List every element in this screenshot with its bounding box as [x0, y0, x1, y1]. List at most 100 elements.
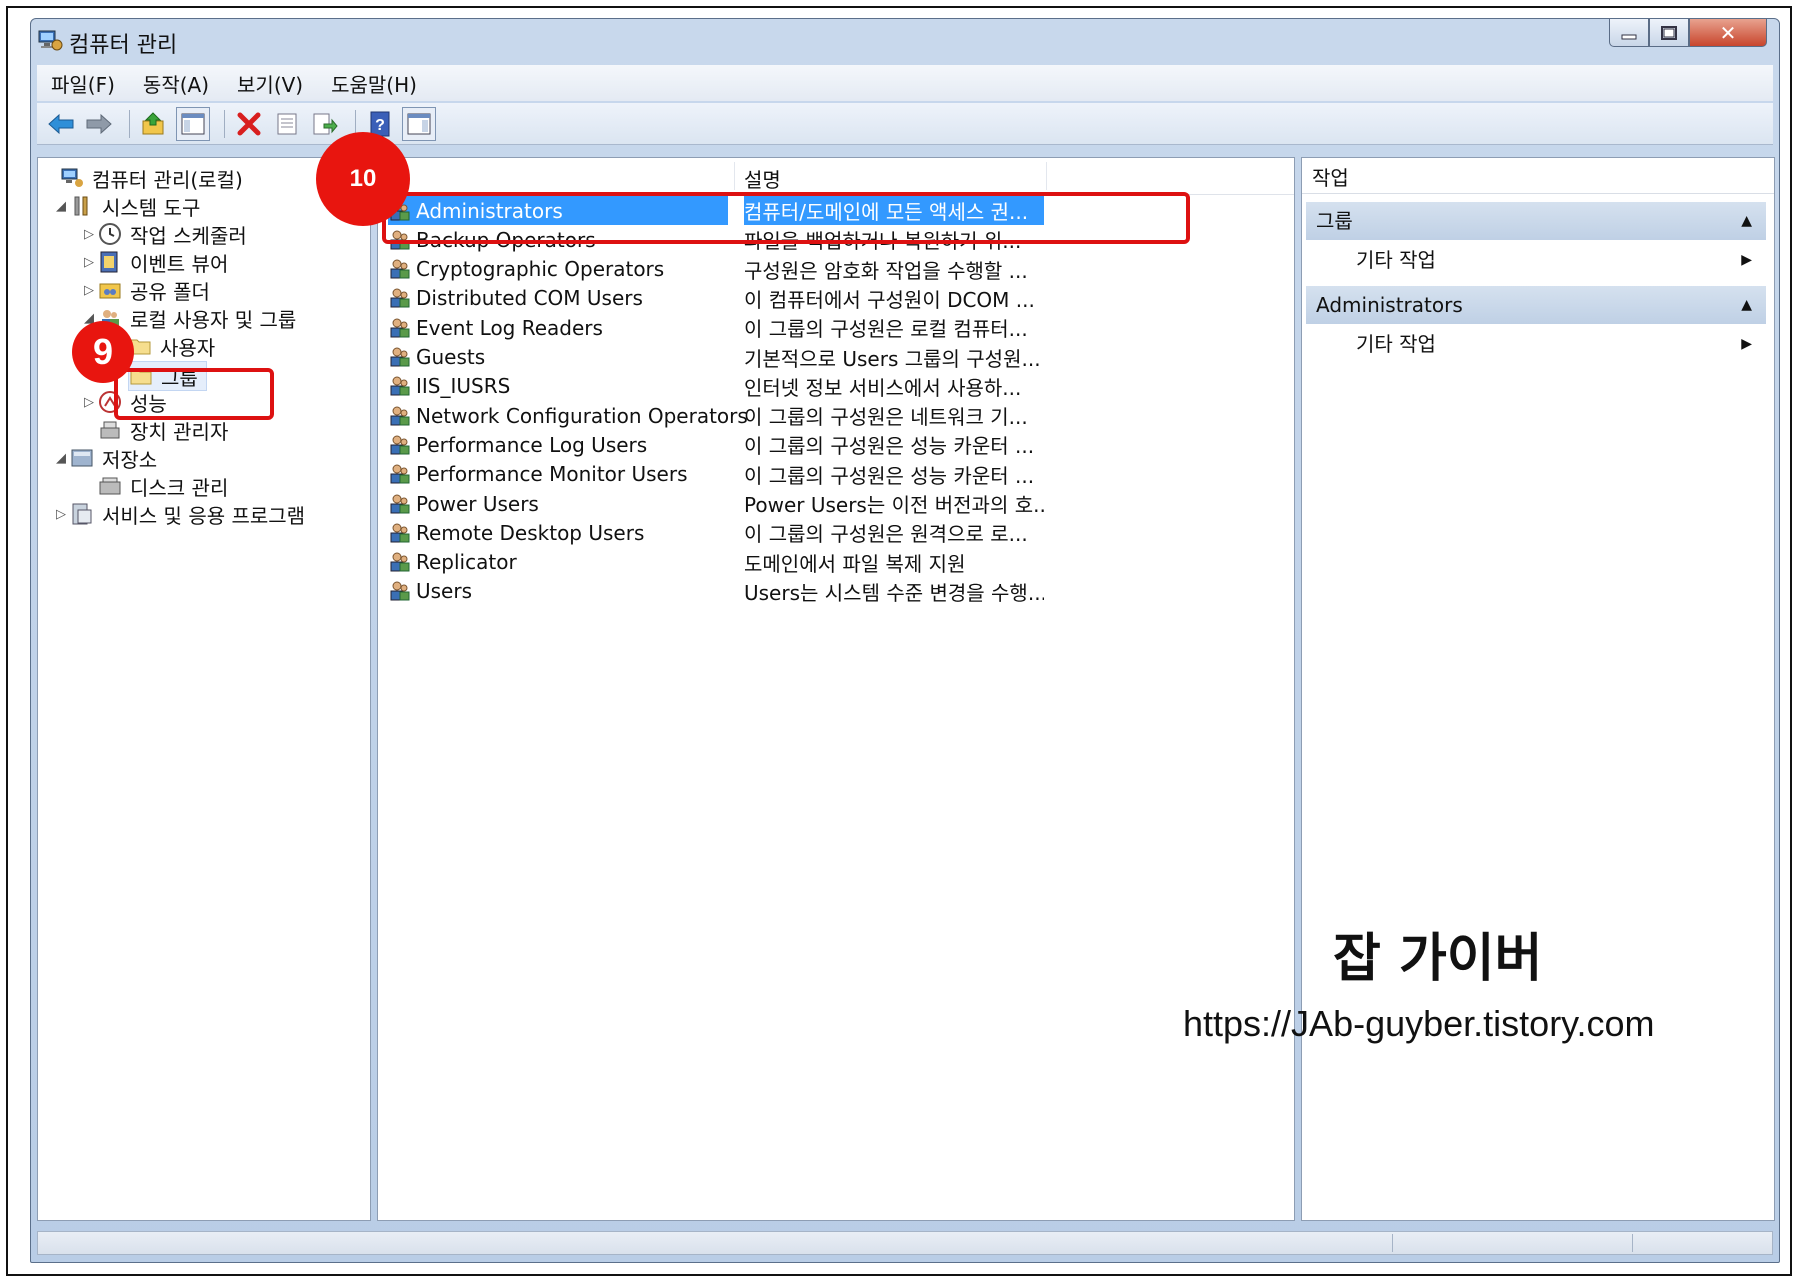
device-manager-icon — [100, 421, 120, 439]
group-row[interactable]: Network Configuration Operators 이 그룹의 구성원… — [388, 401, 1048, 430]
column-divider[interactable] — [1046, 162, 1047, 190]
up-button[interactable] — [138, 108, 170, 140]
minimize-button[interactable] — [1609, 19, 1649, 47]
actions-section-groups[interactable]: 그룹 ▲ — [1306, 202, 1766, 240]
group-description-cell: 도메인에서 파일 복제 지원 — [744, 548, 1044, 577]
toolbar-separator — [129, 109, 130, 138]
group-row[interactable]: Remote Desktop Users 이 그룹의 구성원은 원격으로 로... — [388, 518, 1048, 547]
actions-section-administrators[interactable]: Administrators ▲ — [1306, 286, 1766, 324]
export-button[interactable] — [309, 108, 341, 140]
computer-management-icon — [61, 168, 83, 187]
clock-icon — [99, 223, 121, 245]
group-row[interactable]: Distributed COM Users 이 컴퓨터에서 구성원이 DCOM .… — [388, 284, 1048, 313]
maximize-icon — [1661, 25, 1677, 40]
group-row[interactable]: IIS_IUSRS 인터넷 정보 서비스에서 사용하... — [388, 372, 1048, 401]
expand-arrow-icon[interactable]: ▷ — [80, 227, 98, 242]
maximize-button[interactable] — [1649, 19, 1689, 47]
collapse-triangle-icon[interactable]: ▲ — [1741, 202, 1752, 240]
close-button[interactable]: ✕ — [1689, 19, 1767, 47]
tree-item-services-apps[interactable]: ▷ 서비스 및 응용 프로그램 — [52, 500, 305, 528]
column-divider[interactable] — [734, 162, 735, 190]
group-description: 도메인에서 파일 복제 지원 — [744, 551, 966, 576]
more-actions-groups[interactable]: 기타 작업 ▶ — [1356, 244, 1766, 276]
column-header-description[interactable]: 설명 — [744, 164, 781, 193]
minimize-icon — [1621, 34, 1637, 39]
expand-arrow-icon[interactable]: ▷ — [80, 395, 98, 410]
expand-arrow-icon[interactable]: ▷ — [80, 255, 98, 270]
tree-label: 작업 스케줄러 — [130, 223, 247, 248]
tree-item-root[interactable]: 컴퓨터 관리(로컬) — [42, 164, 243, 192]
group-icon — [390, 464, 410, 484]
tree-item-users[interactable]: 사용자 — [128, 332, 215, 360]
window-controls: ✕ — [1609, 19, 1767, 49]
storage-icon — [71, 449, 93, 467]
back-button[interactable] — [45, 108, 77, 140]
group-name: Remote Desktop Users — [416, 520, 645, 545]
collapse-arrow-icon[interactable]: ◢ — [52, 199, 70, 214]
screenshot-frame: 컴퓨터 관리 ✕ 파일(F) 동작(A) 보기(V) 도움말(H) ? 컴퓨터 … — [6, 6, 1792, 1276]
group-name: Cryptographic Operators — [416, 257, 665, 282]
tree-item-disk-management[interactable]: 디스크 관리 — [98, 472, 228, 500]
tree-item-storage[interactable]: ◢ 저장소 — [52, 444, 157, 472]
collapse-arrow-icon[interactable]: ◢ — [52, 451, 70, 466]
show-hide-tree-button[interactable] — [176, 106, 210, 141]
group-icon — [390, 259, 410, 279]
tree-item-device-manager[interactable]: 장치 관리자 — [98, 416, 228, 444]
collapse-triangle-icon[interactable]: ▲ — [1741, 286, 1752, 324]
group-description: 이 그룹의 구성원은 성능 카운터 ... — [744, 434, 1035, 459]
group-description: Power Users는 이전 버전과의 호... — [744, 493, 1044, 517]
menu-view[interactable]: 보기(V) — [223, 69, 317, 98]
tree-item-shared-folders[interactable]: ▷ 공유 폴더 — [80, 276, 210, 304]
show-hide-tree-icon — [181, 113, 205, 134]
show-hide-action-pane-button[interactable] — [402, 106, 436, 141]
group-name-cell: Network Configuration Operators — [388, 401, 748, 430]
group-name-cell: Replicator — [388, 548, 728, 577]
highlight-administrators-box — [382, 192, 1190, 244]
group-description-cell: 인터넷 정보 서비스에서 사용하... — [744, 372, 1044, 401]
group-icon — [390, 552, 410, 572]
group-description-cell: 이 그룹의 구성원은 성능 카운터 ... — [744, 430, 1044, 459]
group-row[interactable]: Performance Log Users 이 그룹의 구성원은 성능 카운터 .… — [388, 430, 1048, 459]
group-name: Event Log Readers — [416, 315, 603, 340]
group-description: Users는 시스템 수준 변경을 수행... — [744, 580, 1044, 605]
group-row[interactable]: Guests 기본적으로 Users 그룹의 구성원... — [388, 343, 1048, 372]
group-description-cell: 기본적으로 Users 그룹의 구성원... — [744, 343, 1044, 372]
group-description-cell: 이 그룹의 구성원은 네트워크 기... — [744, 401, 1044, 430]
properties-button[interactable] — [271, 108, 303, 140]
submenu-arrow-icon: ▶ — [1741, 336, 1752, 352]
tree-item-system-tools[interactable]: ◢ 시스템 도구 — [52, 192, 200, 220]
title-bar[interactable]: 컴퓨터 관리 ✕ — [31, 19, 1779, 63]
more-actions-administrators[interactable]: 기타 작업 ▶ — [1356, 328, 1766, 360]
tools-icon — [74, 196, 88, 216]
group-list-pane: 름 설명 Administrators컴퓨터/도메인에 모든 액세스 권...B… — [377, 157, 1295, 1221]
expand-arrow-icon[interactable]: ▷ — [52, 507, 70, 522]
tree-label: 이벤트 뷰어 — [130, 251, 229, 276]
tree-item-task-scheduler[interactable]: ▷ 작업 스케줄러 — [80, 220, 247, 248]
group-description-cell: 이 그룹의 구성원은 원격으로 로... — [744, 518, 1044, 547]
group-row[interactable]: Performance Monitor Users 이 그룹의 구성원은 성능 카… — [388, 460, 1048, 489]
group-row[interactable]: Cryptographic Operators 구성원은 암호화 작업을 수행할 … — [388, 255, 1048, 284]
group-description-cell: 이 그룹의 구성원은 성능 카운터 ... — [744, 460, 1044, 489]
group-name: Performance Monitor Users — [416, 462, 688, 487]
menu-file[interactable]: 파일(F) — [37, 69, 129, 98]
delete-button[interactable] — [233, 108, 265, 140]
group-row[interactable]: Event Log Readers 이 그룹의 구성원은 로컬 컴퓨터... — [388, 313, 1048, 342]
forward-button[interactable] — [83, 108, 115, 140]
svg-text:?: ? — [375, 117, 385, 134]
group-row[interactable]: Power Users Power Users는 이전 버전과의 호... — [388, 489, 1048, 518]
menu-action[interactable]: 동작(A) — [129, 69, 223, 98]
group-description: 이 그룹의 구성원은 로컬 컴퓨터... — [744, 317, 1028, 342]
menu-help[interactable]: 도움말(H) — [317, 69, 431, 98]
computer-management-icon — [38, 30, 63, 51]
tree-item-event-viewer[interactable]: ▷ 이벤트 뷰어 — [80, 248, 228, 276]
group-icon — [390, 435, 410, 455]
status-bar — [37, 1231, 1773, 1255]
group-row[interactable]: Replicator 도메인에서 파일 복제 지원 — [388, 548, 1048, 577]
group-row[interactable]: Users Users는 시스템 수준 변경을 수행... — [388, 577, 1048, 606]
group-description: 이 그룹의 구성원은 네트워크 기... — [744, 405, 1028, 430]
event-viewer-icon — [100, 251, 118, 273]
group-description-cell: Power Users는 이전 버전과의 호... — [744, 489, 1044, 518]
menu-bar: 파일(F) 동작(A) 보기(V) 도움말(H) — [37, 65, 1773, 101]
group-description-cell: 구성원은 암호화 작업을 수행할 ... — [744, 255, 1044, 284]
expand-arrow-icon[interactable]: ▷ — [80, 283, 98, 298]
